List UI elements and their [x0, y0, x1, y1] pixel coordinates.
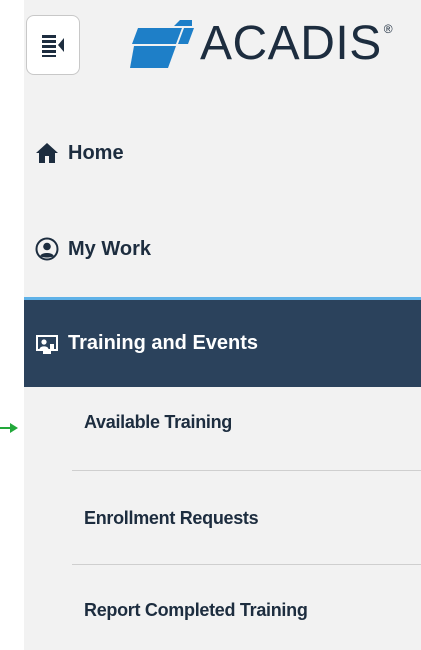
nav-label-my-work: My Work	[68, 237, 151, 260]
nav-item-my-work[interactable]: My Work	[24, 226, 421, 272]
home-icon	[34, 140, 60, 166]
subnav-item-report-completed-training[interactable]: Report Completed Training	[84, 600, 308, 621]
arrow-pointer-icon	[0, 423, 18, 433]
sidebar-collapse-icon	[42, 35, 64, 57]
user-circle-icon	[34, 236, 60, 262]
nav-label-home: Home	[68, 141, 124, 164]
nav-label-training: Training and Events	[68, 332, 259, 354]
logo-text: ACADIS	[200, 17, 382, 70]
divider	[72, 564, 421, 565]
acadis-logo-icon	[130, 20, 194, 68]
registered-mark: ®	[383, 22, 393, 36]
sidebar-toggle-button[interactable]	[26, 15, 80, 75]
subnav-item-available-training[interactable]: Available Training	[84, 412, 232, 433]
training-icon	[34, 331, 60, 357]
acadis-logo[interactable]: ACADIS ®	[130, 14, 393, 74]
nav-item-home[interactable]: Home	[24, 130, 421, 176]
subnav-item-enrollment-requests[interactable]: Enrollment Requests	[84, 508, 259, 529]
nav-item-training-and-events[interactable]: Training and Events	[24, 297, 421, 387]
divider	[72, 470, 421, 471]
